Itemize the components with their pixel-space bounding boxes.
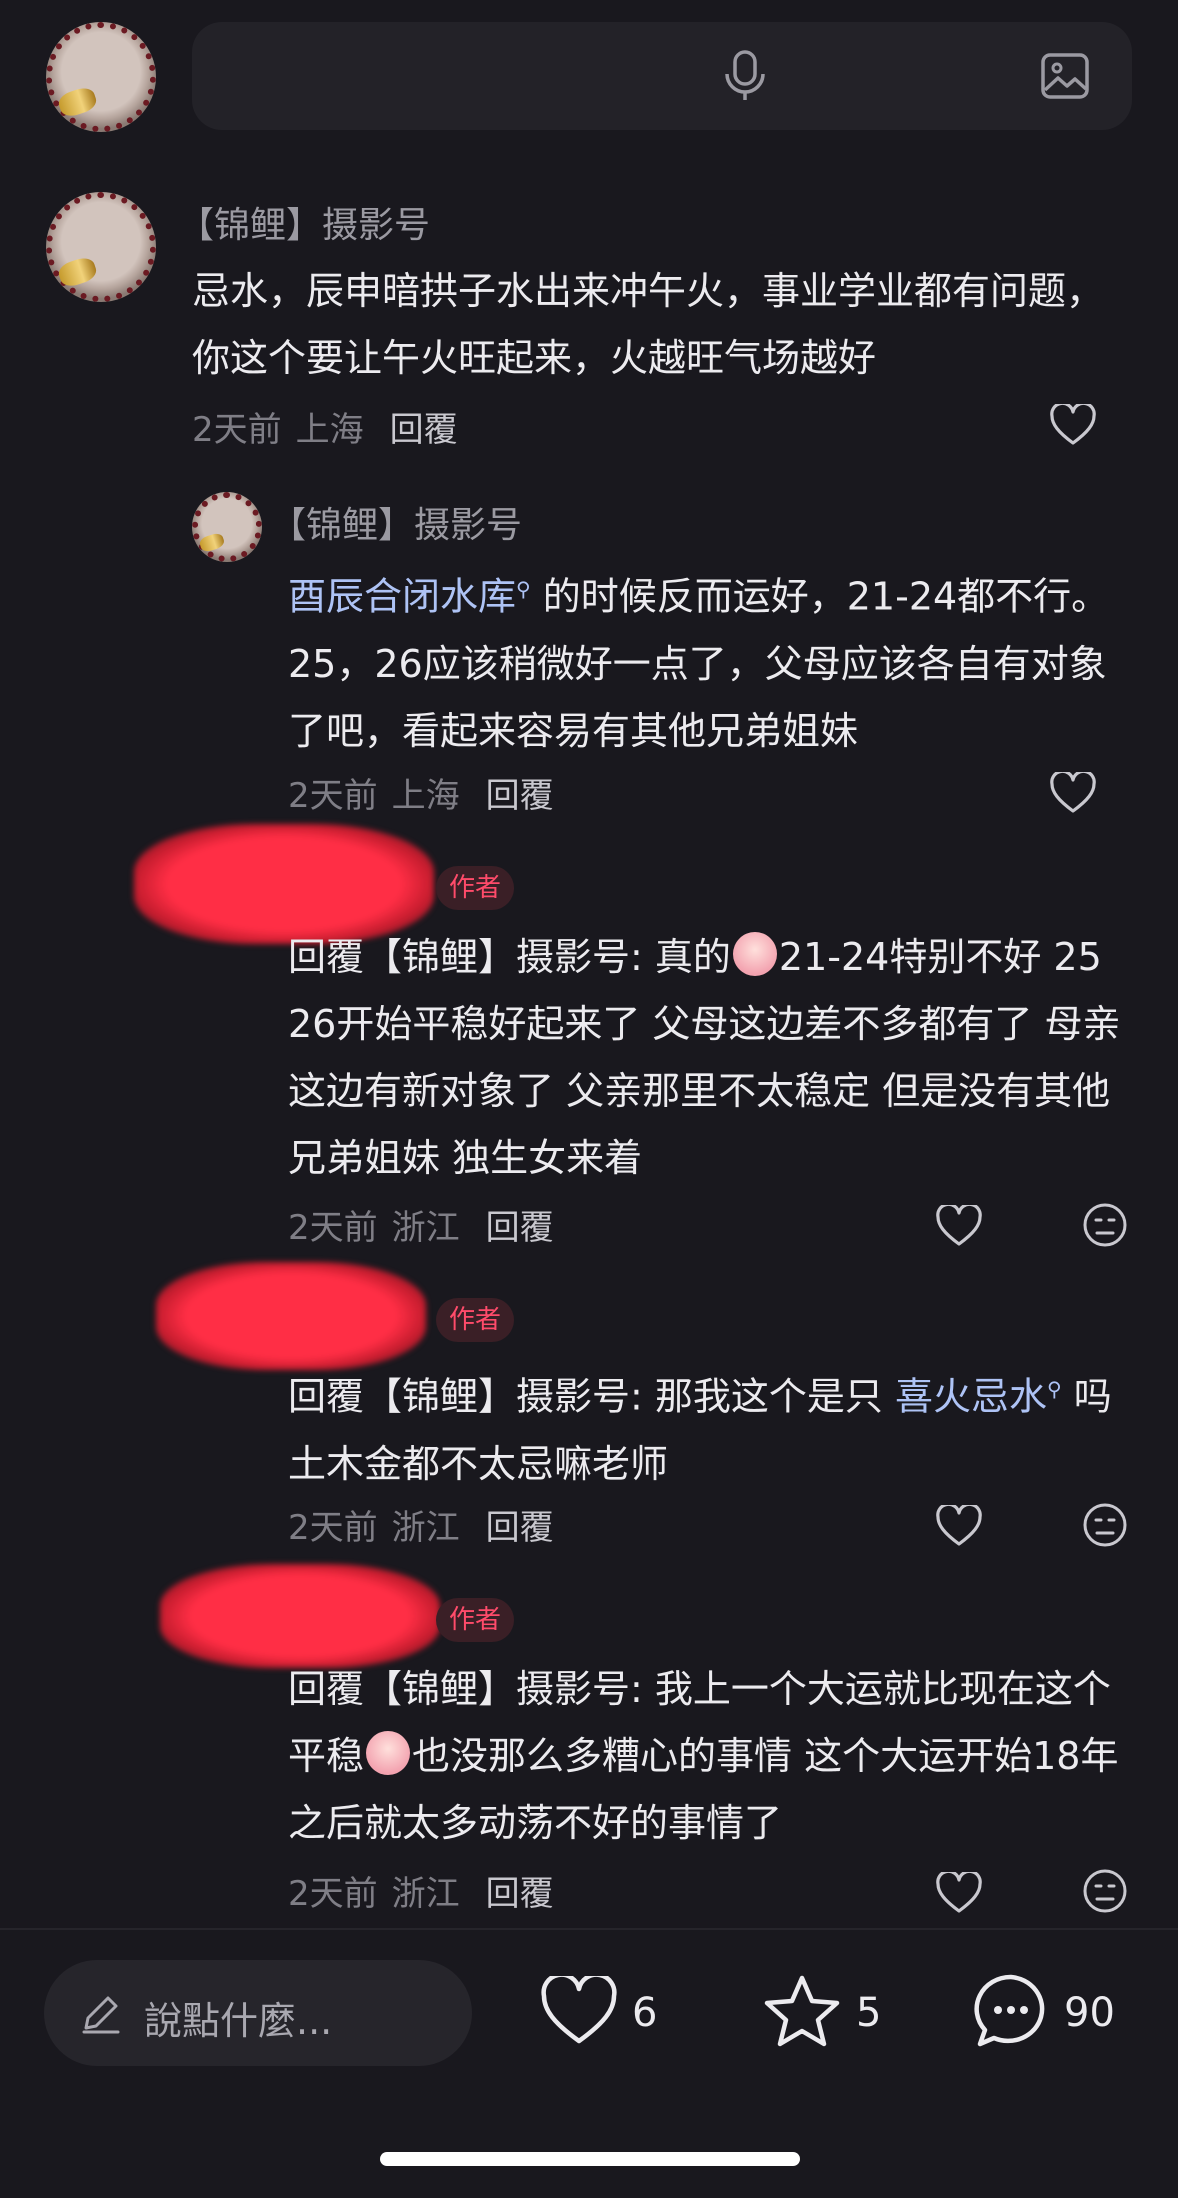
chat-icon — [972, 1972, 1050, 2054]
heart-icon — [540, 1972, 618, 2050]
comment-time: 2天前 — [288, 776, 378, 816]
comment-time: 2天前 — [192, 410, 282, 450]
comment-username[interactable]: 【锦鲤】摄影号 — [178, 196, 430, 248]
scared-emoji-icon — [732, 932, 777, 976]
author-badge: 作者 — [436, 866, 514, 910]
comment-meta: 2天前 浙江 回覆 — [288, 1500, 554, 1549]
reply-button[interactable]: 回覆 — [486, 1208, 554, 1248]
reply-button[interactable]: 回覆 — [390, 410, 458, 450]
home-indicator[interactable] — [380, 2152, 800, 2166]
comment-location: 浙江 — [391, 1208, 460, 1248]
search-icon: ⚲ — [1047, 1377, 1062, 1401]
keyword-link[interactable]: 喜火忌水 — [895, 1375, 1047, 1419]
comment-meta: 2天前 浙江 回覆 — [288, 1200, 554, 1249]
comment-meta: 2天前 上海 回覆 — [288, 768, 554, 817]
comment-avatar[interactable] — [192, 492, 262, 562]
bottom-divider — [0, 1928, 1178, 1930]
heart-icon[interactable] — [936, 1205, 982, 1247]
redacted-username — [156, 1262, 426, 1370]
comment-time: 2天前 — [288, 1874, 378, 1914]
mic-icon[interactable] — [722, 50, 768, 102]
reply-prefix: 回覆【锦鲤】摄影号: — [288, 1374, 655, 1419]
redacted-username — [160, 1564, 440, 1668]
comment-text: 回覆【锦鲤】摄影号: 真的 21-24特别不好 25 26开始平稳好起来了 父母这… — [288, 924, 1134, 1192]
comment-avatar[interactable] — [46, 192, 156, 302]
author-badge: 作者 — [436, 1298, 514, 1342]
comment-text-a: 真的 — [654, 935, 731, 979]
like-count: 6 — [632, 1990, 658, 2036]
sad-face-icon[interactable] — [1082, 1502, 1128, 1548]
star-icon — [762, 1973, 842, 2053]
crying-emoji-icon — [366, 1731, 411, 1775]
comments-button[interactable]: 90 — [972, 1974, 1115, 2050]
author-badge: 作者 — [436, 1598, 514, 1642]
comment-location: 浙江 — [391, 1508, 460, 1548]
comment-meta: 2天前 上海 回覆 — [192, 402, 458, 451]
heart-icon[interactable] — [936, 1872, 982, 1914]
my-avatar[interactable] — [46, 22, 156, 132]
screen: 【锦鲤】摄影号 忌水，辰申暗拱子水出来冲午火，事业学业都有问题，你这个要让午火旺… — [0, 0, 1178, 2198]
sad-face-icon[interactable] — [1082, 1202, 1128, 1248]
comment-text: 忌水，辰申暗拱子水出来冲午火，事业学业都有问题，你这个要让午火旺起来，火越旺气场… — [192, 269, 1105, 380]
comment-input[interactable] — [192, 22, 1132, 130]
favorite-count: 5 — [856, 1990, 882, 2036]
comment-text: 回覆【锦鲤】摄影号: 那我这个是只 喜火忌水⚲ 吗 土木金都不太忌嘛老师 — [288, 1356, 1134, 1498]
comment-location: 上海 — [295, 410, 364, 450]
comment-username[interactable]: 【锦鲤】摄影号 — [270, 496, 522, 548]
comment-text: 回覆【锦鲤】摄影号: 我上一个大运就比现在这个平稳 也没那么多糟心的事情 这个大运… — [288, 1656, 1134, 1857]
heart-icon[interactable] — [936, 1505, 982, 1547]
heart-icon[interactable] — [1050, 404, 1096, 446]
image-icon[interactable] — [1040, 52, 1090, 100]
comment-text-a: 那我这个是只 — [654, 1374, 895, 1419]
comment-time: 2天前 — [288, 1208, 378, 1248]
sad-face-icon[interactable] — [1082, 1868, 1128, 1914]
comment-text: 酉辰合闭水库⚲ 的时候反而运好，21-24都不行。25，26应该稍微好一点了，父… — [288, 556, 1134, 765]
pen-icon — [78, 1990, 124, 2040]
comment-location: 浙江 — [391, 1874, 460, 1914]
like-button[interactable]: 6 — [540, 1972, 658, 2050]
say-something-input[interactable]: 說點什麼... — [44, 1960, 472, 2066]
favorite-button[interactable]: 5 — [762, 1973, 882, 2053]
reply-prefix: 回覆【锦鲤】摄影号: — [288, 1667, 655, 1711]
reply-button[interactable]: 回覆 — [486, 1874, 554, 1914]
heart-icon[interactable] — [1050, 772, 1096, 814]
keyword-link[interactable]: 酉辰合闭水库 — [288, 575, 516, 619]
say-something-placeholder: 說點什麼... — [144, 1999, 333, 2043]
comment-count: 90 — [1064, 1990, 1115, 2036]
search-icon: ⚲ — [516, 577, 531, 601]
reply-prefix: 回覆【锦鲤】摄影号: — [288, 935, 655, 979]
reply-button[interactable]: 回覆 — [486, 776, 554, 816]
comment-meta: 2天前 浙江 回覆 — [288, 1866, 554, 1915]
reply-button[interactable]: 回覆 — [486, 1508, 554, 1548]
comment-text-b: 也没那么多糟心的事情 这个大运开始18年之后就太多动荡不好的事情了 — [288, 1734, 1119, 1845]
comment-location: 上海 — [391, 776, 460, 816]
comment-time: 2天前 — [288, 1508, 378, 1548]
